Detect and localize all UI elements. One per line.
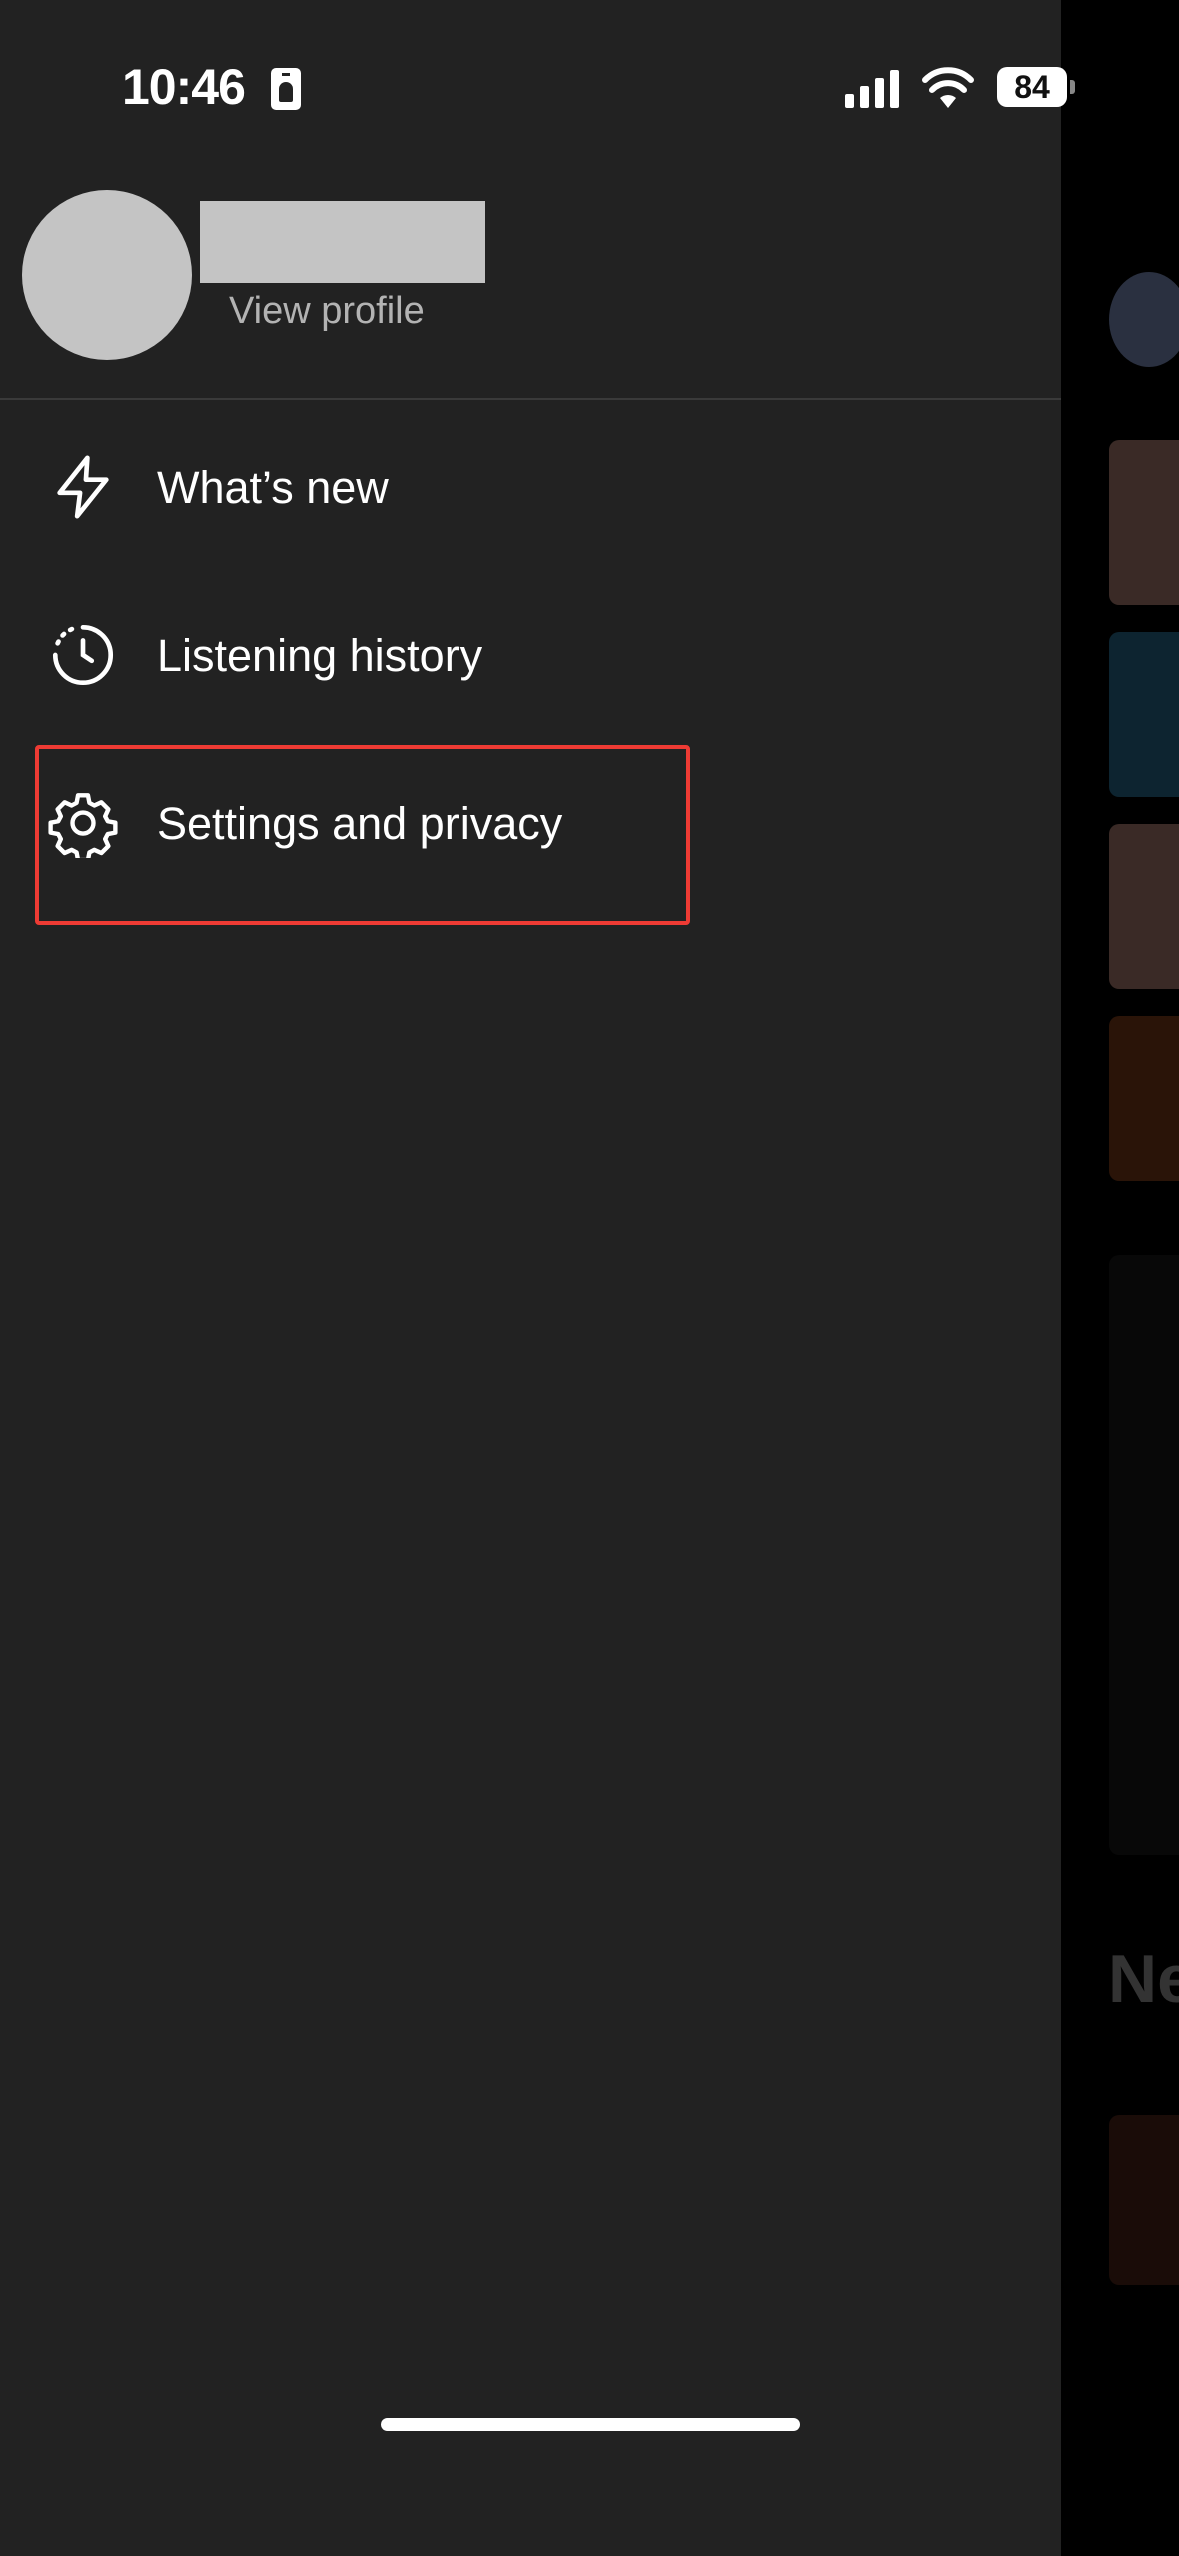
home-indicator[interactable] [381,2418,800,2431]
battery-cap [1070,80,1075,94]
background-avatar [1109,272,1179,367]
background-thumbnail [1109,632,1179,797]
status-time: 10:46 [122,59,246,115]
background-section-heading: Ne [1108,1941,1179,2017]
side-drawer: 10:46 84 View profile What’s new Listeni… [0,0,1075,2556]
profile-name-redacted [200,201,485,283]
focus-id-icon [271,68,301,110]
divider [0,398,1061,400]
background-thumbnail [1109,824,1179,989]
menu-item-label: Listening history [157,630,483,681]
menu-item-label: What’s new [157,462,389,513]
menu-item-whats-new[interactable]: What’s new [0,416,1061,556]
clock-history-icon [52,624,114,686]
avatar[interactable] [22,190,192,360]
wifi-icon [922,67,974,108]
background-thumbnail [1109,440,1179,605]
background-card [1109,1255,1179,1855]
highlight-box [35,745,690,925]
cellular-signal-icon [845,68,905,108]
lightning-icon [57,455,109,519]
menu-item-listening-history[interactable]: Listening history [0,584,1061,724]
background-now-playing [1109,2115,1179,2285]
background-thumbnail [1109,1016,1179,1181]
view-profile-link[interactable]: View profile [229,290,425,333]
battery-indicator: 84 [997,67,1067,107]
